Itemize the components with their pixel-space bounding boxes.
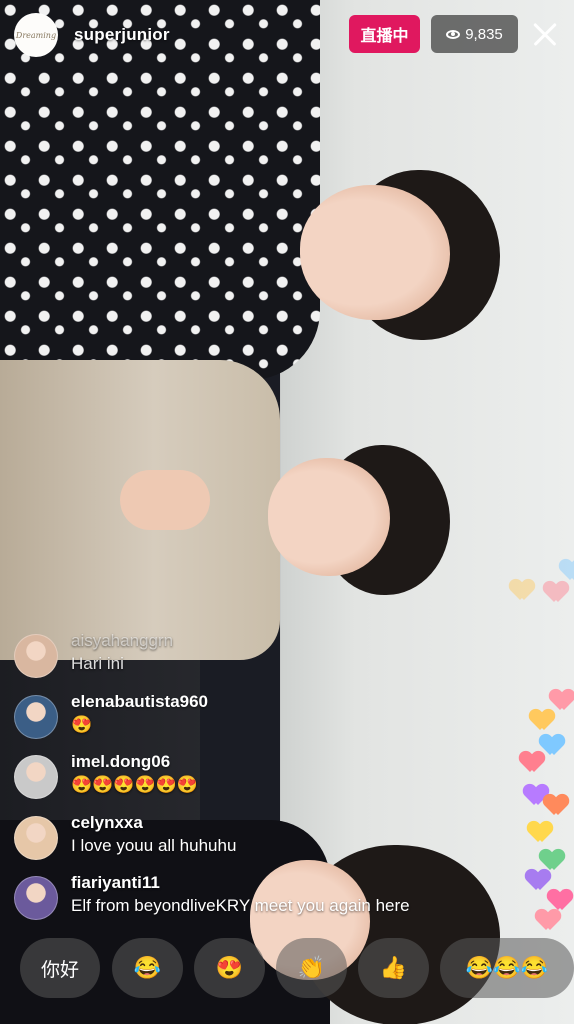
viewer-count-badge[interactable]: 9,835 [431,15,518,53]
heart-icon [550,690,574,712]
host-username[interactable]: superjunior [74,25,170,45]
comment-item: aisyahanggrn Hari ini [14,630,494,691]
close-icon[interactable] [528,15,564,53]
heart-icon [510,580,534,602]
comment-username[interactable]: aisyahanggrn [71,630,173,652]
comment-message: Elf from beyondliveKRY meet you again he… [71,896,410,915]
live-label: 直播中 [360,28,409,45]
heart-icon [544,582,568,604]
commenter-avatar[interactable] [14,634,58,678]
commenter-avatar[interactable] [14,876,58,920]
comment-username[interactable]: imel.dong06 [71,751,198,773]
host-avatar[interactable]: Dreaming [14,13,58,57]
commenter-avatar[interactable] [14,694,58,739]
quick-reply-button[interactable]: 😂😂😂 [440,938,574,998]
comment-username[interactable]: celynxxa [71,812,236,834]
comment-body: elenabautista960 😍 [71,691,208,737]
comment-item: fiariyanti11 Elf from beyondliveKRY meet … [14,872,494,933]
video-person-1-face [300,185,450,320]
commenter-avatar[interactable] [14,815,58,860]
floating-hearts [500,560,574,920]
host-avatar-logo: Dreaming [15,30,57,40]
heart-icon [530,710,554,732]
quick-reply-button[interactable]: 👍 [358,938,429,998]
comment-message: 😍😍😍😍😍😍 [71,775,199,794]
live-badge: 直播中 [349,15,420,53]
comment-message: Hari ini [71,654,124,673]
comment-item: celynxxa I love youu all huhuhu [14,812,494,873]
quick-reply-button[interactable]: 你好 [20,938,100,998]
quick-reply-button[interactable]: 😂 [112,938,183,998]
comment-item: elenabautista960 😍 [14,691,494,752]
commenter-avatar[interactable] [14,755,58,799]
comment-body: fiariyanti11 Elf from beyondliveKRY meet … [71,872,410,918]
heart-icon [540,735,564,757]
heart-icon [560,560,574,582]
heart-icon [544,795,568,817]
comment-item: imel.dong06 😍😍😍😍😍😍 [14,751,494,812]
comment-body: imel.dong06 😍😍😍😍😍😍 [71,751,198,797]
eye-icon [446,29,461,39]
comment-username[interactable]: elenabautista960 [71,691,208,713]
viewer-count: 9,835 [465,25,503,43]
comment-body: aisyahanggrn Hari ini [71,630,173,676]
comment-list: aisyahanggrn Hari ini elenabautista960 😍 ime… [14,630,494,933]
heart-icon [536,910,560,932]
video-hands [120,470,210,530]
quick-reply-bar: 你好 😂 😍 👏 👍 😂😂😂 [0,938,574,1000]
heart-icon [528,822,552,844]
video-person-2-face [268,458,390,576]
quick-reply-button[interactable]: 👏 [276,938,347,998]
comment-message: I love youu all huhuhu [71,835,237,855]
heart-icon [526,870,550,892]
comment-message: 😍 [71,714,93,734]
comment-username[interactable]: fiariyanti11 [71,872,410,894]
quick-reply-button[interactable]: 😍 [194,938,265,998]
comment-body: celynxxa I love youu all huhuhu [71,812,236,858]
